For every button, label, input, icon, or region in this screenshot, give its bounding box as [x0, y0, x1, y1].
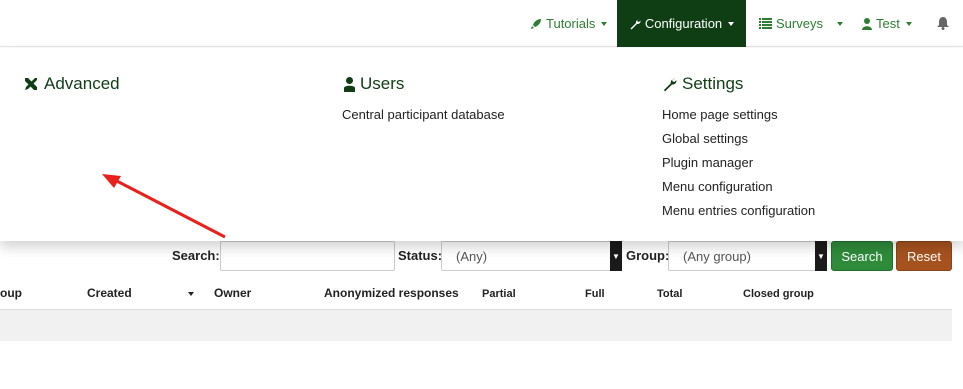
plugin-manager-link[interactable]: Plugin manager: [662, 155, 753, 170]
configuration-menu[interactable]: Configuration: [617, 0, 746, 47]
reset-button[interactable]: Reset: [896, 241, 952, 271]
wrench-icon: [663, 78, 677, 91]
column-header-closed-group[interactable]: Closed group: [743, 288, 814, 300]
group-select[interactable]: (Any group): [668, 241, 816, 271]
user-menu[interactable]: Test: [862, 0, 912, 47]
surveys-label: Surveys: [776, 16, 823, 31]
group-select-value: (Any group): [683, 248, 751, 264]
configuration-dropdown-panel: Advanced Users Central participant datab…: [0, 48, 963, 241]
column-header-anonymized-responses[interactable]: Anonymized responses: [324, 286, 459, 300]
status-select[interactable]: (Any): [441, 241, 611, 271]
menu-entries-configuration-link[interactable]: Menu entries configuration: [662, 203, 815, 218]
column-header-total[interactable]: Total: [657, 288, 682, 300]
list-icon: [759, 18, 772, 29]
sort-down-icon: [188, 292, 194, 296]
global-settings-link[interactable]: Global settings: [662, 131, 748, 146]
column-header-group[interactable]: oup: [0, 286, 22, 300]
status-label: Status:: [398, 248, 443, 263]
users-heading: Users: [344, 74, 404, 94]
status-select-toggle[interactable]: ▼: [610, 241, 622, 271]
top-navbar: Tutorials Configuration Surveys Test: [0, 0, 963, 47]
surveys-link[interactable]: Surveys: [759, 0, 823, 47]
user-label: Test: [876, 16, 900, 31]
search-button[interactable]: Search: [831, 241, 893, 271]
group-label: Group:: [626, 248, 670, 263]
surveys-dropdown-toggle[interactable]: [837, 0, 843, 47]
group-select-toggle[interactable]: ▼: [815, 241, 827, 271]
user-icon: [344, 76, 355, 92]
rocket-icon: [531, 18, 541, 29]
chevron-down-icon: [837, 21, 843, 26]
chevron-down-icon: [728, 21, 735, 26]
column-header-full[interactable]: Full: [585, 288, 605, 300]
advanced-heading: Advanced: [23, 74, 120, 94]
tutorials-menu[interactable]: Tutorials: [530, 0, 608, 47]
wrench-icon: [630, 18, 641, 29]
chevron-down-icon: [905, 21, 912, 26]
user-icon: [862, 17, 872, 30]
chevron-down-icon: [601, 21, 608, 26]
search-input[interactable]: [220, 241, 395, 271]
column-header-owner[interactable]: Owner: [214, 286, 251, 300]
table-row: [0, 310, 952, 341]
home-page-settings-link[interactable]: Home page settings: [662, 107, 778, 122]
tutorials-label: Tutorials: [546, 16, 596, 31]
configuration-label: Configuration: [644, 16, 723, 31]
tools-icon: [25, 78, 37, 90]
settings-heading: Settings: [662, 74, 743, 94]
menu-configuration-link[interactable]: Menu configuration: [662, 179, 773, 194]
column-header-partial[interactable]: Partial: [482, 288, 516, 300]
column-header-created[interactable]: Created: [87, 286, 132, 300]
notifications-button[interactable]: [937, 0, 953, 47]
search-label: Search:: [172, 248, 220, 263]
bell-icon: [937, 17, 949, 30]
users-heading-label: Users: [360, 74, 405, 93]
settings-heading-label: Settings: [682, 74, 744, 93]
central-participant-database-link[interactable]: Central participant database: [342, 107, 505, 122]
advanced-heading-label: Advanced: [44, 74, 120, 93]
status-select-value: (Any): [456, 248, 488, 264]
